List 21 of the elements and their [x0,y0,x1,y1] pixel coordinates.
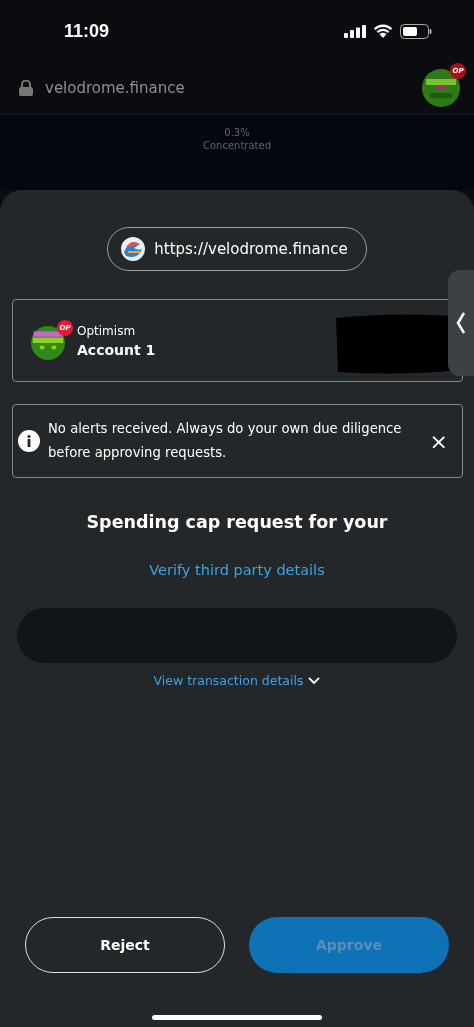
verify-link[interactable]: Verify third party details [149,562,325,578]
chevron-down-icon [308,676,321,685]
network-name: Optimism [77,323,137,338]
site-logo-icon [120,236,147,262]
lock-icon [19,80,33,96]
info-icon [18,430,40,452]
battery-icon [400,23,432,39]
alert-message: No alerts received. Always do your own due diligence before approving requests. [48,420,403,462]
transaction-details-link[interactable]: View transaction details [153,673,321,688]
signal-icon [344,24,366,38]
pool-type: Concentrated [203,140,271,151]
request-title: Spending cap request for your [86,512,388,532]
site-domain: velodrome.finance [45,79,186,97]
chevron-left-icon [456,311,466,335]
pool-fee: 0.3% [224,127,250,138]
close-button[interactable]: × [425,428,452,454]
account-name: Account 1 [77,341,157,358]
status-time: 11:09 [64,20,110,42]
origin-url: https://velodrome.finance [154,240,348,258]
wifi-icon [373,24,393,38]
side-menu[interactable] [448,270,474,376]
